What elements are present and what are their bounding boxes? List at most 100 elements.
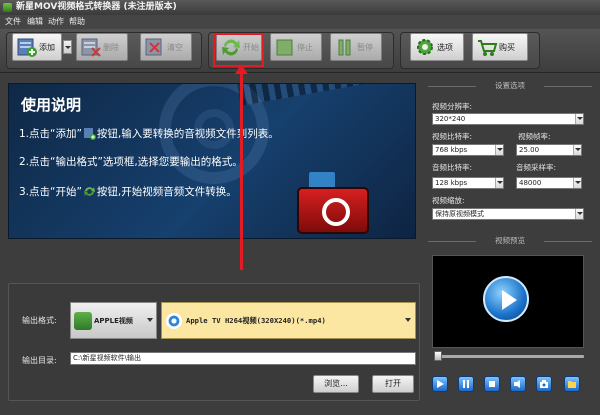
sample-rate-select[interactable]: 48000: [516, 177, 582, 189]
instructions-banner: 使用说明 1.点击“添加” 按钮,输入要转换的音视频文件到列表。 2.点击“输出格…: [8, 83, 416, 239]
chevron-down-icon: [573, 178, 581, 188]
menu-edit[interactable]: 编辑: [27, 15, 43, 29]
output-dir-field[interactable]: C:\新星视频软件\输出: [70, 352, 416, 365]
instruction-step-1-a: 1.点击“添加”: [19, 128, 82, 140]
quicktime-logo-icon: [297, 187, 369, 234]
start-button-highlight: [213, 33, 264, 67]
stop-icon: [276, 39, 293, 56]
delete-button[interactable]: 删除: [76, 33, 128, 61]
sample-rate-value: 48000: [519, 179, 542, 187]
video-zoom-value: 保持原视频模式: [435, 210, 484, 218]
film-strip-decoration: [237, 84, 415, 106]
video-zoom-label: 视频缩放:: [432, 196, 465, 205]
folder-icon: [568, 381, 576, 388]
add-dropdown-arrow[interactable]: [63, 40, 72, 54]
menu-action[interactable]: 动作: [48, 15, 64, 29]
instruction-step-3-b: 按钮,开始视频音频文件转换。: [96, 186, 237, 198]
annotation-arrow-line: [240, 70, 243, 270]
format-category-select[interactable]: APPLE视频: [70, 302, 157, 339]
frame-rate-value: 25.00: [519, 146, 540, 154]
gear-icon: [417, 39, 433, 55]
add-file-icon: [17, 38, 37, 57]
buy-button[interactable]: 购买: [472, 33, 528, 61]
add-file-icon: [83, 128, 96, 140]
audio-bitrate-label: 音频比特率:: [432, 163, 473, 172]
options-button-label: 选项: [437, 43, 453, 52]
add-button[interactable]: 添加: [12, 33, 72, 61]
video-zoom-select[interactable]: 保持原视频模式: [432, 208, 584, 220]
convert-start-icon: [83, 187, 95, 196]
delete-button-label: 删除: [103, 43, 119, 52]
menu-help[interactable]: 帮助: [69, 15, 85, 29]
instruction-step-3: 3.点击“开始” 按钮,开始视频音频文件转换。: [19, 184, 237, 199]
resolution-value: 320*240: [435, 115, 466, 123]
preview-header: 视频预览: [428, 236, 592, 246]
menu-bar: 文件 编辑 动作 帮助: [0, 15, 600, 29]
audio-bitrate-value: 128 kbps: [435, 179, 468, 187]
chevron-down-icon: [575, 209, 583, 219]
camera-icon: [540, 380, 548, 388]
settings-header: 设置选项: [428, 81, 592, 91]
app-icon: [3, 3, 12, 12]
menu-file[interactable]: 文件: [5, 15, 21, 29]
play-icon: [437, 380, 444, 388]
stop-button-label: 停止: [297, 43, 313, 52]
play-icon[interactable]: [483, 276, 529, 322]
chevron-down-icon: [495, 145, 503, 155]
output-dir-label: 输出目录:: [22, 356, 57, 365]
open-folder-button[interactable]: [564, 376, 580, 392]
chevron-down-icon: [495, 178, 503, 188]
snapshot-button[interactable]: [536, 376, 552, 392]
buy-button-label: 购买: [499, 43, 515, 52]
add-button-label: 添加: [39, 43, 55, 52]
pause-button-label: 暂停: [357, 43, 373, 52]
output-format-select[interactable]: Apple TV H264视频(320X240)(*.mp4): [161, 302, 416, 339]
sample-rate-label: 音频采样率:: [516, 163, 557, 172]
video-bitrate-select[interactable]: 768 kbps: [432, 144, 504, 156]
instructions-title: 使用说明: [21, 96, 82, 114]
shopping-cart-icon: [478, 40, 498, 56]
open-button[interactable]: 打开: [372, 375, 414, 393]
play-button[interactable]: [432, 376, 448, 392]
volume-button[interactable]: [510, 376, 526, 392]
chevron-down-icon: [147, 318, 153, 322]
clear-button-label: 清空: [167, 43, 183, 52]
pause-icon: [338, 39, 351, 56]
chevron-down-icon: [575, 114, 583, 124]
annotation-arrow-head: [235, 64, 248, 74]
seek-slider-track[interactable]: [436, 355, 584, 358]
stop-button[interactable]: 停止: [270, 33, 322, 61]
audio-bitrate-select[interactable]: 128 kbps: [432, 177, 504, 189]
apple-tv-icon: [166, 313, 182, 329]
output-format-label: 输出格式:: [22, 316, 57, 325]
resolution-select[interactable]: 320*240: [432, 113, 584, 125]
apple-video-icon: [74, 312, 92, 330]
chevron-down-icon: [573, 145, 581, 155]
window-title: 新星MOV视频格式转换器 (未注册版本): [16, 2, 177, 12]
title-bar: 新星MOV视频格式转换器 (未注册版本): [0, 0, 600, 15]
video-bitrate-value: 768 kbps: [435, 146, 468, 154]
volume-icon: [514, 380, 520, 388]
frame-rate-select[interactable]: 25.00: [516, 144, 582, 156]
instruction-step-2: 2.点击“输出格式”选项框,选择您要输出的格式。: [19, 156, 243, 168]
format-category-value: APPLE视频: [94, 317, 133, 325]
frame-rate-label: 视频帧率:: [518, 132, 551, 141]
pause-button[interactable]: 暂停: [330, 33, 382, 61]
toolbar: 添加 删除 清空 开始 停止 暂停 选项 购买: [0, 29, 600, 73]
resolution-label: 视频分辨率:: [432, 102, 473, 111]
clear-list-icon: [145, 38, 162, 56]
options-button[interactable]: 选项: [410, 33, 464, 61]
browse-button[interactable]: 浏览...: [313, 375, 359, 393]
delete-file-icon: [81, 38, 101, 57]
output-format-value: Apple TV H264视频(320X240)(*.mp4): [186, 316, 326, 325]
pause-preview-button[interactable]: [458, 376, 474, 392]
seek-slider-thumb[interactable]: [434, 351, 442, 361]
instruction-step-1-b: 按钮,输入要转换的音视频文件到列表。: [96, 128, 279, 140]
clear-button[interactable]: 清空: [140, 33, 192, 61]
instruction-step-3-a: 3.点击“开始”: [19, 186, 82, 198]
stop-preview-button[interactable]: [484, 376, 500, 392]
pause-icon: [463, 380, 469, 388]
chevron-down-icon: [405, 318, 411, 322]
video-bitrate-label: 视频比特率:: [432, 132, 473, 141]
stop-icon: [489, 381, 495, 387]
